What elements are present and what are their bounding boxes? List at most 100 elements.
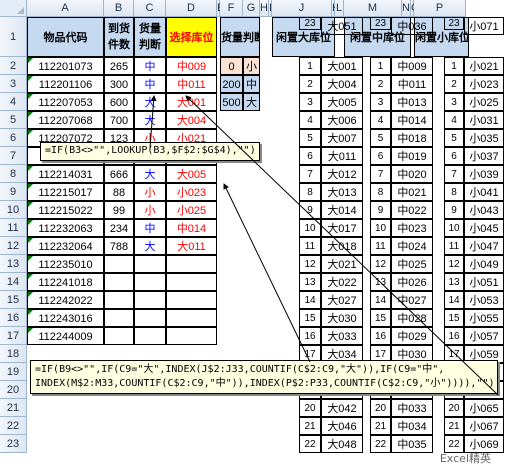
row-header-1[interactable]: 1 [0, 17, 27, 57]
header-item-code[interactable]: 物品代码 [27, 17, 104, 57]
item-code-cell[interactable]: 112207068 [27, 111, 104, 129]
idle-mid-index[interactable]: 3 [370, 93, 391, 111]
idle-mid-location[interactable]: 中034 [391, 417, 433, 435]
row-header-4[interactable]: 4 [0, 93, 27, 111]
idle-big-location[interactable]: 大018 [321, 237, 363, 255]
idle-small-index[interactable]: 9 [444, 201, 464, 219]
item-code-cell[interactable]: 112215017 [27, 183, 104, 201]
arrival-qty-cell[interactable] [104, 327, 134, 345]
idle-small-index[interactable]: 21 [444, 417, 464, 435]
row-header-14[interactable]: 14 [0, 273, 27, 291]
header-arrival-qty[interactable]: 到货 件数 [104, 17, 134, 57]
header-select-location[interactable]: 选择库位 [166, 17, 217, 57]
idle-mid-location[interactable]: 中014 [391, 111, 433, 129]
idle-mid-index[interactable]: 21 [370, 417, 391, 435]
idle-mid-index[interactable]: 22 [370, 435, 391, 453]
arrival-qty-cell[interactable]: 700 [104, 111, 134, 129]
item-code-cell[interactable]: 112215022 [27, 201, 104, 219]
lookup-volume[interactable]: 大 [243, 93, 260, 111]
idle-small-location[interactable]: 小043 [464, 201, 504, 219]
idle-mid-index[interactable]: 13 [370, 273, 391, 291]
idle-small-index[interactable]: 4 [444, 111, 464, 129]
row-header-19[interactable]: 19 [0, 363, 27, 381]
idle-mid-location[interactable]: 中036 [391, 17, 433, 35]
selected-location-cell[interactable]: 大004 [166, 111, 217, 129]
spreadsheet[interactable]: ABCDEFGHIJKLMNOP 12345678910111213141516… [0, 0, 505, 472]
idle-big-location[interactable]: 大027 [321, 291, 363, 309]
row-header-9[interactable]: 9 [0, 183, 27, 201]
idle-small-index[interactable]: 15 [444, 309, 464, 327]
arrival-qty-cell[interactable] [104, 273, 134, 291]
idle-big-location[interactable]: 大048 [321, 435, 363, 453]
idle-small-location[interactable]: 小037 [464, 147, 504, 165]
row-header-18[interactable]: 18 [0, 345, 27, 363]
idle-small-location[interactable]: 小021 [464, 57, 504, 75]
idle-mid-location[interactable]: 中025 [391, 255, 433, 273]
idle-small-index[interactable]: 11 [444, 237, 464, 255]
selected-location-cell[interactable]: 大001 [166, 93, 217, 111]
volume-judge-cell[interactable]: 中 [134, 219, 166, 237]
idle-mid-index[interactable]: 14 [370, 291, 391, 309]
arrival-qty-cell[interactable]: 265 [104, 57, 134, 75]
idle-mid-location[interactable]: 中033 [391, 399, 433, 417]
row-header-22[interactable]: 22 [0, 417, 27, 435]
row-header-11[interactable]: 11 [0, 219, 27, 237]
idle-big-index[interactable]: 11 [299, 237, 321, 255]
arrival-qty-cell[interactable]: 666 [104, 165, 134, 183]
idle-small-location[interactable]: 小057 [464, 327, 504, 345]
volume-judge-cell[interactable] [134, 309, 166, 327]
idle-big-location[interactable]: 大014 [321, 201, 363, 219]
idle-small-index[interactable]: 8 [444, 183, 464, 201]
column-header-C[interactable]: C [134, 0, 166, 17]
volume-judge-cell[interactable] [134, 327, 166, 345]
row-header-20[interactable]: 20 [0, 381, 27, 399]
idle-mid-index[interactable]: 8 [370, 183, 391, 201]
idle-big-index[interactable]: 22 [299, 435, 321, 453]
idle-mid-index[interactable]: 1 [370, 57, 391, 75]
idle-big-index[interactable]: 15 [299, 309, 321, 327]
idle-mid-index[interactable]: 5 [370, 129, 391, 147]
idle-small-location[interactable]: 小041 [464, 183, 504, 201]
item-code-cell[interactable]: 112214031 [27, 165, 104, 183]
idle-big-index[interactable]: 9 [299, 201, 321, 219]
idle-small-location[interactable]: 小035 [464, 129, 504, 147]
idle-mid-index[interactable]: 6 [370, 147, 391, 165]
select-all-corner[interactable] [0, 0, 27, 17]
selected-location-cell[interactable] [166, 291, 217, 309]
column-header-N[interactable]: N [402, 0, 411, 17]
idle-big-index[interactable]: 6 [299, 147, 321, 165]
idle-small-index[interactable]: 12 [444, 255, 464, 273]
idle-big-index[interactable]: 7 [299, 165, 321, 183]
volume-judge-cell[interactable] [134, 291, 166, 309]
idle-small-index[interactable]: 13 [444, 273, 464, 291]
idle-mid-index[interactable]: 4 [370, 111, 391, 129]
row-header-8[interactable]: 8 [0, 165, 27, 183]
item-code-cell[interactable]: 112201106 [27, 75, 104, 93]
row-header-6[interactable]: 6 [0, 129, 27, 147]
idle-mid-index[interactable]: 20 [370, 399, 391, 417]
idle-mid-index[interactable]: 23 [370, 17, 391, 30]
idle-small-index[interactable]: 6 [444, 147, 464, 165]
idle-mid-location[interactable]: 中009 [391, 57, 433, 75]
cell-grid[interactable]: 物品代码到货件数货量判断选择库位货量判断闲置大库位闲置中库位闲置小库位11220… [27, 17, 505, 472]
idle-mid-location[interactable]: 中022 [391, 201, 433, 219]
idle-small-location[interactable]: 小071 [464, 17, 504, 35]
idle-mid-location[interactable]: 中019 [391, 147, 433, 165]
idle-small-index[interactable]: 1 [444, 57, 464, 75]
idle-mid-index[interactable]: 11 [370, 237, 391, 255]
volume-judge-cell[interactable] [134, 273, 166, 291]
row-header-10[interactable]: 10 [0, 201, 27, 219]
header-volume-lookup[interactable]: 货量判断 [220, 17, 260, 57]
idle-small-index[interactable]: 5 [444, 129, 464, 147]
row-header-7[interactable]: 7 [0, 147, 27, 165]
item-code-cell[interactable]: 112201073 [27, 57, 104, 75]
row-header-13[interactable]: 13 [0, 255, 27, 273]
arrival-qty-cell[interactable]: 300 [104, 75, 134, 93]
arrival-qty-cell[interactable] [104, 309, 134, 327]
idle-big-location[interactable]: 大011 [321, 147, 363, 165]
idle-small-index[interactable]: 3 [444, 93, 464, 111]
item-code-cell[interactable]: 112243016 [27, 309, 104, 327]
selected-location-cell[interactable]: 大011 [166, 237, 217, 255]
idle-big-index[interactable]: 10 [299, 219, 321, 237]
row-header-23[interactable]: 23 [0, 435, 27, 453]
